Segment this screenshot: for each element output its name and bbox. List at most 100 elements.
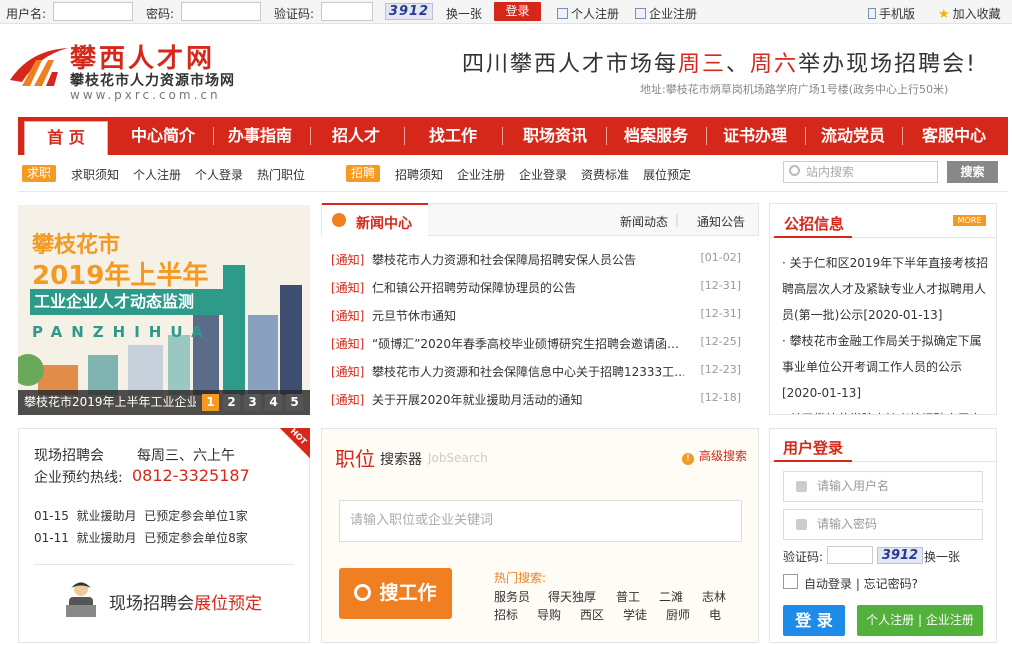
mobile-link[interactable]: 手机版 bbox=[868, 5, 915, 22]
nav-about[interactable]: 中心简介 bbox=[118, 117, 208, 155]
title-underline bbox=[774, 460, 852, 462]
site-search-button[interactable]: 搜索 bbox=[947, 161, 998, 183]
recruit-link[interactable]: 企业登录 bbox=[519, 166, 567, 183]
nav-divider bbox=[902, 127, 903, 145]
hotline-label: 企业预约热线: bbox=[34, 470, 123, 486]
fair-record[interactable]: 01-11 就业援助月 已预定参会单位8家 bbox=[34, 529, 248, 546]
news-item-title[interactable]: 仁和镇公开招聘劳动保障协理员的公告 bbox=[372, 279, 684, 296]
hot-keyword[interactable]: 得天独厚 bbox=[548, 588, 596, 605]
tab-news-updates[interactable]: 新闻动态 bbox=[620, 213, 668, 230]
hot-keyword[interactable]: 二滩 bbox=[659, 588, 683, 605]
banner-carousel[interactable]: 攀枝花市 2019年上半年 工业企业人才动态监测 PANZHIHUA 攀枝花市2… bbox=[18, 205, 310, 415]
nav-recruit[interactable]: 招人才 bbox=[314, 117, 398, 155]
company-register-link[interactable]: 企业注册 bbox=[635, 5, 697, 22]
nav-guide[interactable]: 办事指南 bbox=[216, 117, 304, 155]
nav-divider bbox=[213, 127, 214, 145]
hot-keyword[interactable]: 导购 bbox=[537, 606, 561, 623]
refresh-captcha-link[interactable]: 换一张 bbox=[446, 5, 482, 22]
nav-service[interactable]: 客服中心 bbox=[906, 117, 1002, 155]
logo-icon[interactable] bbox=[8, 46, 70, 88]
personal-register-link[interactable]: 个人注册 bbox=[557, 5, 619, 22]
login-refresh-captcha[interactable]: 换一张 bbox=[924, 548, 960, 565]
favorite-link[interactable]: ★ 加入收藏 bbox=[938, 5, 1001, 22]
address: 地址:攀枝花市炳草岗机场路学府广场1号楼(政务中心上行50米) bbox=[640, 83, 949, 96]
advanced-search-link[interactable]: ! 高级搜索 bbox=[682, 447, 747, 465]
login-captcha-image[interactable]: 3912 bbox=[877, 547, 923, 564]
register-button[interactable]: 个人注册 | 企业注册 bbox=[857, 605, 983, 636]
banner-line-2: 2019年上半年 bbox=[32, 261, 209, 291]
news-item-title[interactable]: 攀枝花市人力资源和社会保障信息中心关于招聘12333工… bbox=[372, 363, 684, 380]
search-icon bbox=[789, 165, 800, 176]
news-tag: [通知] bbox=[331, 337, 365, 351]
recruit-link[interactable]: 招聘须知 bbox=[395, 166, 443, 183]
captcha-image[interactable]: 3912 bbox=[385, 3, 433, 20]
hot-keyword[interactable]: 学徒 bbox=[623, 606, 647, 623]
fair-label: 现场招聘会 bbox=[34, 448, 104, 464]
news-item-title[interactable]: 元旦节休市通知 bbox=[372, 307, 684, 324]
search-job-button[interactable]: 搜工作 bbox=[339, 568, 452, 619]
hot-search-label: 热门搜索: bbox=[494, 571, 547, 585]
username-label: 用户名: bbox=[6, 7, 47, 21]
news-tag: [通知] bbox=[331, 393, 365, 407]
password-label: 密码: bbox=[146, 7, 175, 21]
hot-keyword[interactable]: 服务员 bbox=[494, 588, 530, 605]
news-tab-active[interactable]: 新闻中心 bbox=[322, 203, 428, 237]
banner-page-button[interactable]: 1 bbox=[202, 394, 219, 411]
banner-page-button[interactable]: 4 bbox=[265, 394, 282, 411]
auto-login-label[interactable]: 自动登录 | 忘记密码? bbox=[804, 575, 918, 592]
notice-item[interactable]: · 关于仁和区2019年下半年直接考核招聘高层次人才及紧缺专业人才拟聘用人员(第… bbox=[782, 250, 992, 328]
news-item[interactable]: [通知] 攀枝花市人力资源和社会保障信息中心关于招聘12333工… [12-23] bbox=[331, 363, 751, 383]
news-tag: [通知] bbox=[331, 309, 365, 323]
login-button[interactable]: 登 录 bbox=[783, 605, 845, 636]
notice-item[interactable]: · 攀枝花市金融工作局关于拟确定下属事业单位公开考调工作人员的公示[2020-0… bbox=[782, 328, 992, 406]
recruit-link[interactable]: 资费标准 bbox=[581, 166, 629, 183]
hot-keyword[interactable]: 西区 bbox=[580, 606, 604, 623]
news-item[interactable]: [通知] 元旦节休市通知 [12-31] bbox=[331, 307, 751, 327]
news-item[interactable]: [通知] 仁和镇公开招聘劳动保障协理员的公告 [12-31] bbox=[331, 279, 751, 299]
booth-booking-link[interactable]: 现场招聘会展位预定 bbox=[109, 589, 262, 614]
news-item[interactable]: [通知] 关于开展2020年就业援助月活动的通知 [12-18] bbox=[331, 391, 751, 411]
login-title: 用户登录 bbox=[783, 439, 844, 457]
seeker-link[interactable]: 热门职位 bbox=[257, 166, 305, 183]
seeker-link[interactable]: 个人登录 bbox=[195, 166, 243, 183]
fair-record[interactable]: 01-15 就业援助月 已预定参会单位1家 bbox=[34, 507, 248, 524]
seeker-link[interactable]: 求职须知 bbox=[71, 166, 119, 183]
hot-keyword[interactable]: 电 bbox=[709, 606, 721, 623]
auto-login-checkbox[interactable] bbox=[783, 574, 798, 589]
nav-certificates[interactable]: 证书办理 bbox=[710, 117, 800, 155]
recruit-link[interactable]: 企业注册 bbox=[457, 166, 505, 183]
recruit-link[interactable]: 展位预定 bbox=[643, 166, 691, 183]
news-item-title[interactable]: “硕博汇”2020年春季高校毕业硕博研究生招聘会邀请函… bbox=[372, 335, 684, 352]
nav-party-members[interactable]: 流动党员 bbox=[808, 117, 898, 155]
banner-page-button[interactable]: 3 bbox=[244, 394, 261, 411]
seeker-link[interactable]: 个人注册 bbox=[133, 166, 181, 183]
captcha-input[interactable] bbox=[321, 2, 373, 21]
nav-career-news[interactable]: 职场资讯 bbox=[508, 117, 602, 155]
nav-archives[interactable]: 档案服务 bbox=[610, 117, 702, 155]
more-button[interactable]: MORE bbox=[953, 215, 986, 226]
tab-notices[interactable]: 通知公告 bbox=[697, 213, 745, 230]
nav-home[interactable]: 首 页 bbox=[24, 121, 108, 155]
hot-keyword[interactable]: 志林 bbox=[702, 588, 726, 605]
notice-item[interactable]: · 关于攀枝花学院直接考核招聘高层次 bbox=[782, 406, 992, 414]
username-input[interactable] bbox=[53, 2, 133, 21]
hot-keyword[interactable]: 招标 bbox=[494, 606, 518, 623]
news-item-title[interactable]: 关于开展2020年就业援助月活动的通知 bbox=[372, 391, 684, 408]
news-center: 新闻中心 新闻动态 | 通知公告 [通知] 攀枝花市人力资源和社会保障局招聘安保人… bbox=[321, 203, 759, 415]
nav-divider bbox=[310, 127, 311, 145]
banner-page-button[interactable]: 5 bbox=[286, 394, 303, 411]
news-item-title[interactable]: 攀枝花市人力资源和社会保障局招聘安保人员公告 bbox=[372, 251, 684, 268]
login-password-input[interactable]: 请输入密码 bbox=[783, 509, 983, 540]
top-login-button[interactable]: 登录 bbox=[494, 2, 541, 21]
login-captcha-input[interactable] bbox=[827, 546, 873, 564]
nav-find-job[interactable]: 找工作 bbox=[410, 117, 496, 155]
keyword-input[interactable]: 请输入职位或企业关键词 bbox=[339, 500, 742, 542]
site-search-input[interactable]: 站内搜索 bbox=[783, 161, 938, 183]
news-item[interactable]: [通知] 攀枝花市人力资源和社会保障局招聘安保人员公告 [01-02] bbox=[331, 251, 751, 271]
banner-page-button[interactable]: 2 bbox=[223, 394, 240, 411]
login-username-input[interactable]: 请输入用户名 bbox=[783, 471, 983, 502]
hot-keyword[interactable]: 普工 bbox=[616, 588, 640, 605]
news-item[interactable]: [通知] “硕博汇”2020年春季高校毕业硕博研究生招聘会邀请函… [12-25] bbox=[331, 335, 751, 355]
hot-keyword[interactable]: 厨师 bbox=[666, 606, 690, 623]
password-input[interactable] bbox=[181, 2, 261, 21]
